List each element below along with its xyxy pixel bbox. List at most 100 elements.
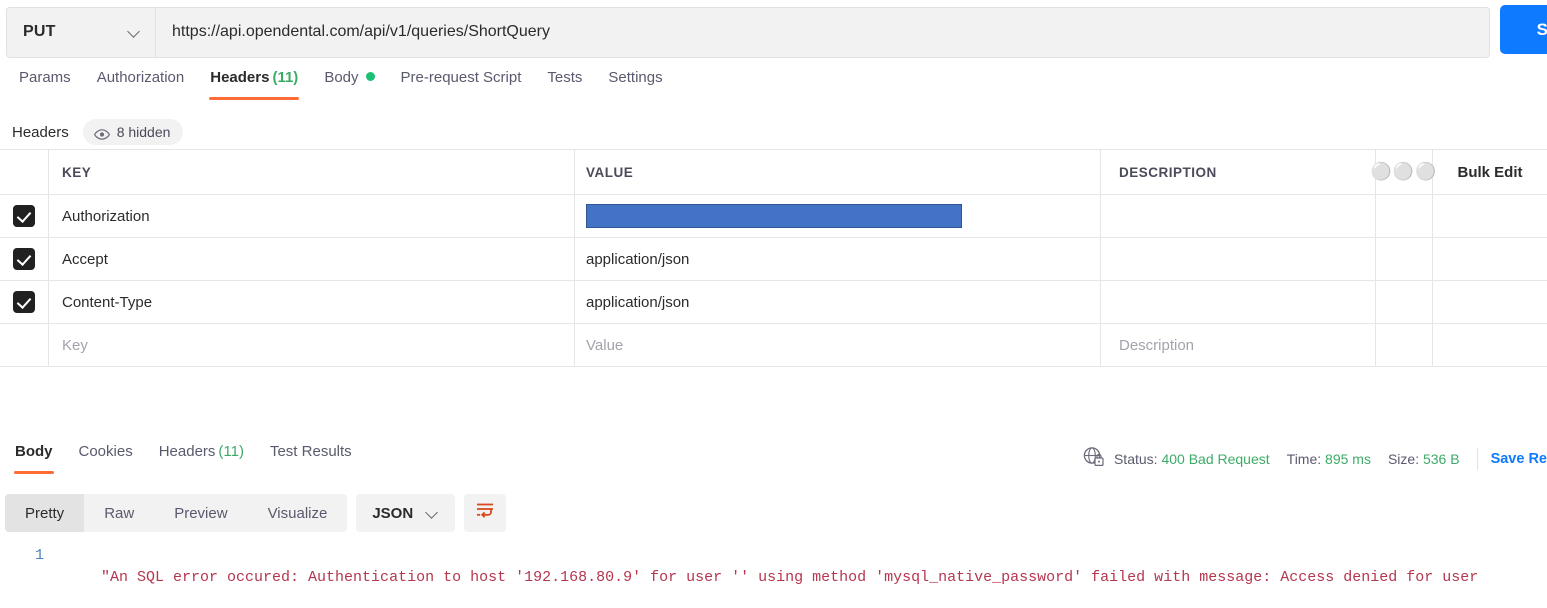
- view-pretty-button[interactable]: Pretty: [5, 494, 85, 532]
- table-row: Authorization: [0, 195, 1547, 238]
- row-key-value: Accept: [62, 250, 108, 268]
- hidden-headers-toggle[interactable]: 8 hidden: [82, 119, 184, 145]
- bulk-edit-button[interactable]: Bulk Edit: [1433, 150, 1547, 194]
- tab-headers[interactable]: Headers (11): [197, 66, 311, 100]
- row-key-cell[interactable]: Authorization: [49, 195, 575, 237]
- time-text: Time: 895 ms: [1287, 451, 1371, 467]
- response-format-dropdown[interactable]: JSON: [356, 494, 456, 532]
- request-url-bar: PUT https://api.opendental.com/api/v1/qu…: [0, 0, 1547, 60]
- globe-lock-icon[interactable]: [1083, 446, 1104, 472]
- tab-headers-label: Headers: [210, 69, 270, 86]
- column-header-key: KEY: [49, 150, 575, 194]
- new-row-key-placeholder: Key: [62, 336, 88, 354]
- response-tab-test-results[interactable]: Test Results: [257, 440, 365, 474]
- new-row-checkbox-cell: [0, 324, 49, 366]
- row-bulk-spacer: [1433, 195, 1547, 237]
- tab-params-label: Params: [19, 69, 71, 86]
- word-wrap-icon: [475, 502, 495, 524]
- response-body-viewer[interactable]: 1 "An SQL error occured: Authentication …: [0, 545, 1547, 608]
- new-row-key-input[interactable]: Key: [49, 324, 575, 366]
- send-button[interactable]: Se: [1500, 5, 1547, 54]
- row-value-value: application/json: [586, 250, 690, 268]
- row-checkbox[interactable]: [13, 205, 35, 227]
- url-input[interactable]: https://api.opendental.com/api/v1/querie…: [156, 7, 1489, 57]
- row-value-cell[interactable]: application/json: [575, 281, 1101, 323]
- status-label: Status:: [1113, 451, 1158, 467]
- row-key-cell[interactable]: Accept: [49, 238, 575, 280]
- view-pretty-label: Pretty: [25, 504, 65, 522]
- view-visualize-button[interactable]: Visualize: [248, 494, 348, 532]
- view-preview-label: Preview: [174, 504, 228, 522]
- column-header-value: VALUE: [575, 150, 1101, 194]
- new-row-value-input[interactable]: Value: [575, 324, 1101, 366]
- body-modified-dot-icon: [365, 72, 375, 81]
- response-meta-bar: Status: 400 Bad Request Time: 895 ms Siz…: [1083, 446, 1547, 472]
- new-row-description-input[interactable]: Description: [1101, 324, 1376, 366]
- row-options-spacer: [1376, 281, 1433, 323]
- headers-label-row: Headers 8 hidden: [0, 116, 1547, 148]
- row-description-cell[interactable]: [1101, 195, 1376, 237]
- new-row-value-placeholder: Value: [586, 336, 624, 354]
- word-wrap-button[interactable]: [464, 494, 507, 532]
- response-tab-test-results-label: Test Results: [269, 443, 352, 460]
- http-method-dropdown[interactable]: PUT: [7, 7, 156, 57]
- response-tab-headers-count: (11): [218, 443, 244, 460]
- tab-params[interactable]: Params: [6, 66, 84, 100]
- response-tab-headers[interactable]: Headers (11): [146, 440, 257, 474]
- row-checkbox-cell: [0, 195, 49, 237]
- response-toolbar: Pretty Raw Preview Visualize JSON: [0, 492, 1547, 534]
- table-row: Content-Type application/json: [0, 281, 1547, 324]
- tab-settings-label: Settings: [608, 69, 663, 86]
- row-key-value: Authorization: [62, 207, 150, 225]
- tab-headers-count: (11): [272, 69, 299, 86]
- row-value-cell[interactable]: [575, 195, 1101, 237]
- tab-authorization[interactable]: Authorization: [84, 66, 198, 100]
- time-label: Time:: [1286, 451, 1322, 467]
- save-response-button[interactable]: Save Re: [1491, 451, 1547, 467]
- view-preview-button[interactable]: Preview: [154, 494, 247, 532]
- response-body-line-1: "An SQL error occured: Authentication to…: [101, 569, 1479, 586]
- column-header-description-label: DESCRIPTION: [1119, 164, 1217, 180]
- headers-section-title: Headers: [12, 123, 69, 141]
- tab-settings[interactable]: Settings: [595, 66, 675, 100]
- row-checkbox-cell: [0, 281, 49, 323]
- row-checkbox[interactable]: [13, 248, 35, 270]
- hidden-headers-label: 8 hidden: [116, 124, 171, 140]
- row-bulk-spacer: [1433, 238, 1547, 280]
- time-value: 895 ms: [1325, 451, 1371, 467]
- row-options-spacer: [1376, 195, 1433, 237]
- status-value: 400 Bad Request: [1161, 451, 1270, 467]
- table-row: Accept application/json: [0, 238, 1547, 281]
- response-format-label: JSON: [372, 504, 414, 522]
- table-header-row: KEY VALUE DESCRIPTION ⚪⚪⚪ Bulk Edit: [0, 150, 1547, 195]
- more-options-glyph: ⚪⚪⚪: [1370, 162, 1438, 181]
- more-options-icon[interactable]: ⚪⚪⚪: [1371, 150, 1436, 194]
- response-tab-body[interactable]: Body: [2, 440, 66, 474]
- column-header-value-label: VALUE: [586, 164, 634, 180]
- meta-divider: [1476, 448, 1478, 470]
- response-tab-cookies[interactable]: Cookies: [66, 440, 146, 474]
- tab-tests[interactable]: Tests: [534, 66, 595, 100]
- chevron-down-icon: [128, 26, 141, 39]
- row-value-cell[interactable]: application/json: [575, 238, 1101, 280]
- bulk-edit-label: Bulk Edit: [1457, 163, 1523, 181]
- row-key-cell[interactable]: Content-Type: [49, 281, 575, 323]
- tab-body[interactable]: Body: [311, 66, 387, 100]
- header-select-all-cell: [0, 150, 49, 194]
- url-group: PUT https://api.opendental.com/api/v1/qu…: [6, 6, 1490, 58]
- new-row-bulk-spacer: [1433, 324, 1547, 366]
- line-number-gutter: 1: [0, 545, 56, 608]
- size-value: 536 B: [1422, 451, 1460, 467]
- row-description-cell[interactable]: [1101, 281, 1376, 323]
- column-header-description: DESCRIPTION: [1101, 150, 1376, 194]
- row-description-cell[interactable]: [1101, 238, 1376, 280]
- tab-body-label: Body: [324, 69, 359, 86]
- new-row-description-placeholder: Description: [1119, 336, 1195, 354]
- view-raw-button[interactable]: Raw: [84, 494, 154, 532]
- row-checkbox[interactable]: [13, 291, 35, 313]
- headers-table: KEY VALUE DESCRIPTION ⚪⚪⚪ Bulk Edit Auth…: [0, 149, 1547, 367]
- response-view-switcher: Pretty Raw Preview Visualize: [5, 494, 348, 532]
- tab-tests-label: Tests: [547, 69, 583, 86]
- tab-pre-request-script[interactable]: Pre-request Script: [388, 66, 535, 100]
- new-header-row: Key Value Description: [0, 324, 1547, 367]
